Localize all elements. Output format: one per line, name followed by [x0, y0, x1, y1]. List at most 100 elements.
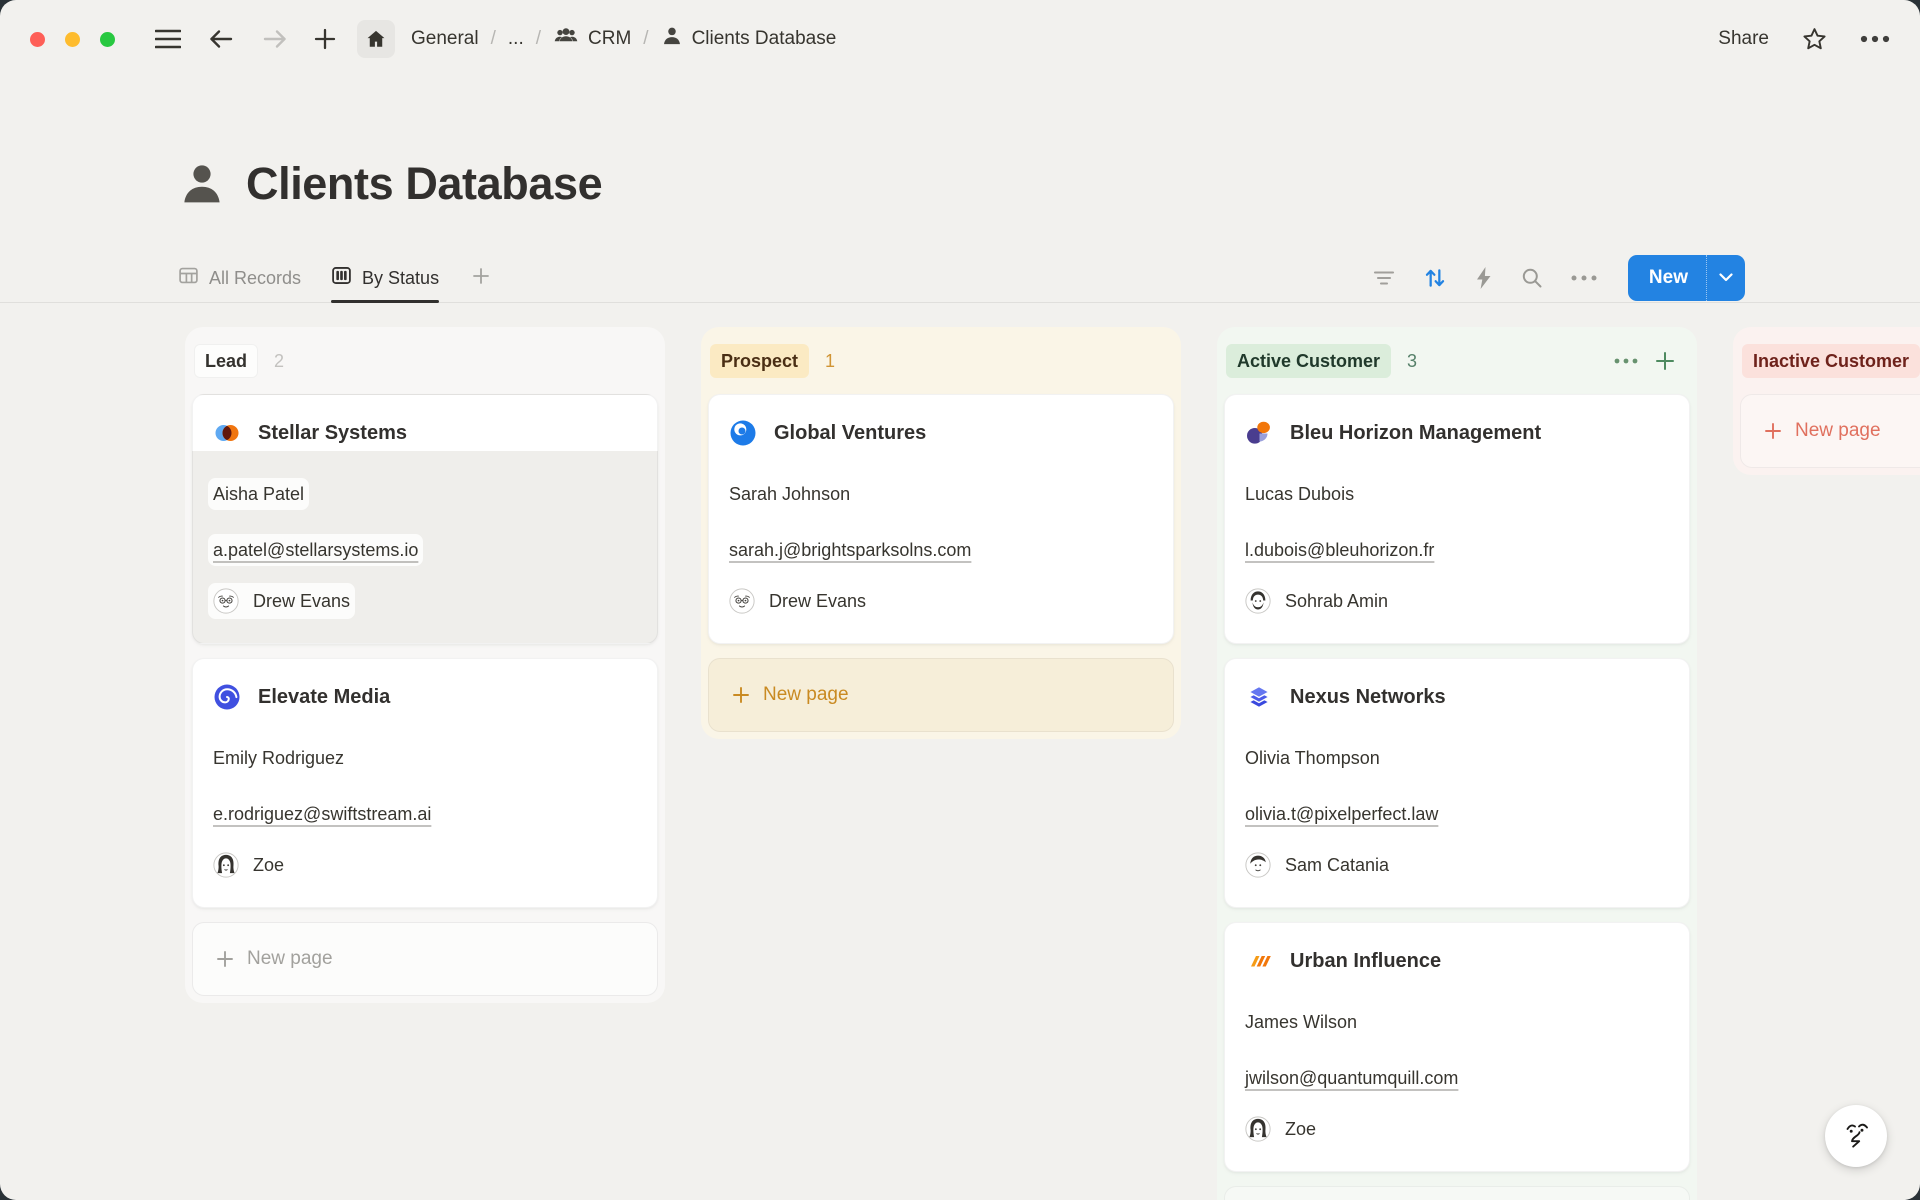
sort-button[interactable]	[1422, 265, 1448, 291]
sidebar-menu-button[interactable]	[155, 28, 181, 50]
layers-icon	[1245, 683, 1273, 711]
automations-button[interactable]	[1475, 266, 1493, 290]
share-button[interactable]: Share	[1718, 28, 1769, 50]
board-view-icon	[331, 265, 352, 291]
kanban-board: Lead 2 Stellar Systems Aisha Patel a.pat…	[0, 327, 1920, 1200]
view-options-button[interactable]	[1571, 275, 1597, 281]
hamburger-icon	[155, 28, 181, 50]
new-tab-button[interactable]	[313, 27, 337, 51]
owner-name: Sam Catania	[1285, 855, 1389, 876]
new-record-button[interactable]: New	[1628, 255, 1706, 301]
filter-button[interactable]	[1373, 270, 1395, 286]
tabs-divider	[0, 302, 1920, 303]
column-count: 1	[825, 351, 835, 372]
star-icon	[1801, 26, 1828, 53]
owner-row: Zoe	[1245, 1115, 1669, 1143]
avatar-sam-catania	[1245, 852, 1271, 878]
new-page-button[interactable]: New page	[192, 922, 658, 996]
breadcrumb-crm[interactable]: CRM	[553, 25, 631, 53]
email-link[interactable]: olivia.t@pixelperfect.law	[1245, 803, 1669, 825]
page-title[interactable]: Clients Database	[246, 158, 602, 210]
pie-icon	[1245, 419, 1273, 447]
avatar-zoe	[213, 852, 239, 878]
contact-name: Olivia Thompson	[1245, 747, 1669, 769]
avatar-drew-evans	[729, 588, 755, 614]
kanban-card-nexus-networks[interactable]: Nexus Networks Olivia Thompson olivia.t@…	[1224, 658, 1690, 908]
column-options-button[interactable]	[1614, 358, 1638, 364]
home-icon	[365, 28, 387, 50]
kanban-card-stellar-systems[interactable]: Stellar Systems Aisha Patel a.patel@stel…	[192, 394, 658, 644]
email-link[interactable]: jwilson@quantumquill.com	[1245, 1067, 1669, 1089]
owner-row: Sohrab Amin	[1245, 587, 1669, 615]
new-record-dropdown-button[interactable]	[1707, 255, 1745, 301]
tab-by-status[interactable]: By Status	[331, 254, 439, 302]
column-header: Inactive Customer	[1740, 334, 1920, 394]
chevron-down-icon	[1719, 269, 1733, 287]
favorite-button[interactable]	[1801, 26, 1828, 53]
card-title: Nexus Networks	[1290, 686, 1446, 709]
close-window-button[interactable]	[30, 32, 45, 47]
owner-row: Sam Catania	[1245, 851, 1669, 879]
home-button[interactable]	[357, 20, 395, 58]
window-titlebar: General / ... / CRM / Clients Database S…	[0, 0, 1920, 78]
tab-all-records[interactable]: All Records	[178, 254, 301, 302]
page-icon-person[interactable]	[178, 160, 226, 208]
new-page-button[interactable]: New page	[1740, 394, 1920, 468]
assistant-button[interactable]	[1825, 1105, 1887, 1167]
email-link[interactable]: a.patel@stellarsystems.io	[213, 539, 637, 561]
add-view-button[interactable]	[471, 254, 491, 302]
card-title: Elevate Media	[258, 686, 390, 709]
traffic-lights	[30, 32, 115, 47]
zoom-window-button[interactable]	[100, 32, 115, 47]
contact-name: Aisha Patel	[213, 483, 637, 505]
breadcrumb-clients-database[interactable]: Clients Database	[661, 25, 837, 53]
kanban-card-urban-influence[interactable]: Urban Influence James Wilson jwilson@qua…	[1224, 922, 1690, 1172]
stripes-icon	[1245, 947, 1273, 975]
email-link[interactable]: sarah.j@brightsparksolns.com	[729, 539, 1153, 561]
column-lead: Lead 2 Stellar Systems Aisha Patel a.pat…	[185, 327, 665, 1003]
ellipsis-icon	[1571, 275, 1597, 281]
avatar-zoe	[1245, 1116, 1271, 1142]
owner-name: Zoe	[253, 855, 284, 876]
status-badge-prospect: Prospect	[710, 344, 809, 378]
minimize-window-button[interactable]	[65, 32, 80, 47]
orbit-icon	[729, 419, 757, 447]
forward-button[interactable]	[261, 27, 289, 51]
kanban-card-bleu-horizon[interactable]: Bleu Horizon Management Lucas Dubois l.d…	[1224, 394, 1690, 644]
email-link[interactable]: l.dubois@bleuhorizon.fr	[1245, 539, 1669, 561]
owner-name: Drew Evans	[769, 591, 866, 612]
column-inactive-customer: Inactive Customer New page	[1733, 327, 1920, 475]
new-page-button[interactable]: New page	[708, 658, 1174, 732]
card-title: Urban Influence	[1290, 950, 1441, 973]
column-header: Lead 2	[192, 334, 658, 394]
kanban-card-global-ventures[interactable]: Global Ventures Sarah Johnson sarah.j@br…	[708, 394, 1174, 644]
status-badge-active-customer: Active Customer	[1226, 344, 1391, 378]
column-header: Active Customer 3	[1224, 334, 1690, 394]
more-options-button[interactable]	[1860, 35, 1890, 43]
lightning-icon	[1475, 266, 1493, 290]
owner-name: Zoe	[1285, 1119, 1316, 1140]
column-add-card-button[interactable]	[1654, 350, 1676, 372]
breadcrumb-ellipsis[interactable]: ...	[508, 28, 524, 50]
back-button[interactable]	[207, 27, 235, 51]
contact-name: Emily Rodriguez	[213, 747, 637, 769]
breadcrumb-separator: /	[536, 28, 541, 50]
plus-icon	[215, 949, 235, 969]
new-page-button[interactable]	[1224, 1186, 1690, 1200]
breadcrumb-general[interactable]: General	[411, 28, 479, 50]
email-link[interactable]: e.rodriguez@swiftstream.ai	[213, 803, 637, 825]
card-title: Global Ventures	[774, 422, 926, 445]
search-icon	[1520, 266, 1544, 290]
search-button[interactable]	[1520, 266, 1544, 290]
contact-name: James Wilson	[1245, 1011, 1669, 1033]
kanban-card-elevate-media[interactable]: Elevate Media Emily Rodriguez e.rodrigue…	[192, 658, 658, 908]
plus-icon	[313, 27, 337, 51]
contact-name: Lucas Dubois	[1245, 483, 1669, 505]
breadcrumb-separator: /	[643, 28, 648, 50]
filter-icon	[1373, 270, 1395, 286]
app-window: General / ... / CRM / Clients Database S…	[0, 0, 1920, 1200]
plus-icon	[1763, 421, 1783, 441]
venn-icon	[213, 419, 241, 447]
column-header: Prospect 1	[708, 334, 1174, 394]
plus-icon	[471, 266, 491, 291]
